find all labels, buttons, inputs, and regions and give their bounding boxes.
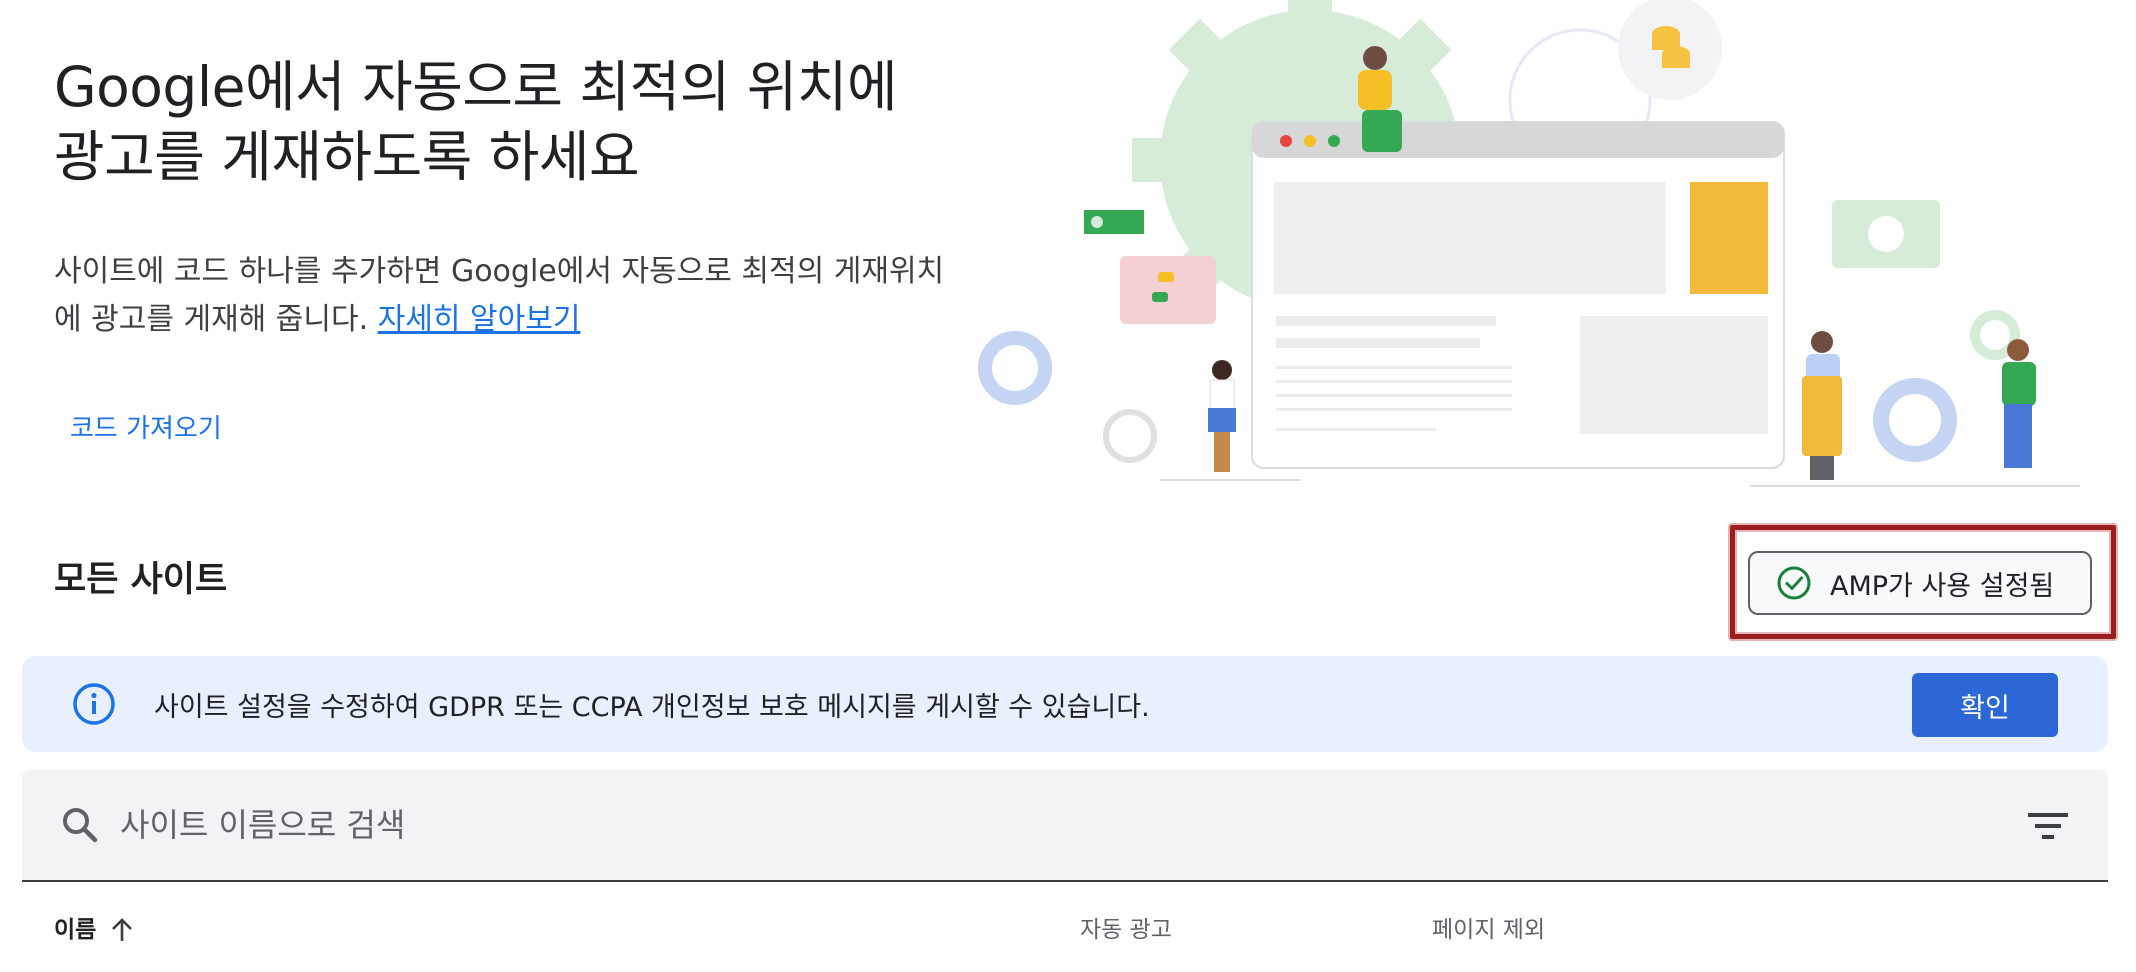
hero-illustration <box>978 0 2080 487</box>
page-title: Google에서 자동으로 최적의 위치에 광고를 게재하도록 하세요 <box>54 55 898 189</box>
amp-chip-label: AMP가 사용 설정됨 <box>1830 570 2055 602</box>
banner-message: 사이트 설정을 수정하여 GDPR 또는 CCPA 개인정보 보호 메시지를 게… <box>154 691 1150 723</box>
amp-enabled-chip[interactable]: AMP가 사용 설정됨 <box>1748 551 2092 615</box>
hero-description: 사이트에 코드 하나를 추가하면 Google에서 자동으로 최적의 게재위치에… <box>54 248 954 344</box>
get-code-button[interactable]: 코드 가져오기 <box>54 402 238 456</box>
search-input[interactable] <box>120 806 1820 844</box>
check-circle-icon <box>1777 566 1811 600</box>
confirm-button[interactable]: 확인 <box>1912 673 2058 737</box>
column-header-page-exclusions[interactable]: 페이지 제외 <box>1432 912 1545 948</box>
column-header-auto-ads[interactable]: 자동 광고 <box>1080 912 1172 948</box>
column-header-name[interactable]: 이름 <box>54 912 134 948</box>
auto-ads-page: Google에서 자동으로 최적의 위치에 광고를 게재하도록 하세요 사이트에… <box>0 0 2136 972</box>
column-header-name-label: 이름 <box>54 917 97 943</box>
filter-icon[interactable] <box>2026 806 2070 846</box>
info-icon <box>73 683 115 725</box>
browser-illustration <box>1251 121 1785 469</box>
site-search-bar <box>22 770 2108 882</box>
all-sites-heading: 모든 사이트 <box>54 560 228 600</box>
search-icon <box>63 808 98 843</box>
privacy-message-banner: 사이트 설정을 수정하여 GDPR 또는 CCPA 개인정보 보호 메시지를 게… <box>22 656 2108 752</box>
learn-more-link[interactable]: 자세히 알아보기 <box>378 302 581 337</box>
arrow-up-icon <box>112 918 133 941</box>
